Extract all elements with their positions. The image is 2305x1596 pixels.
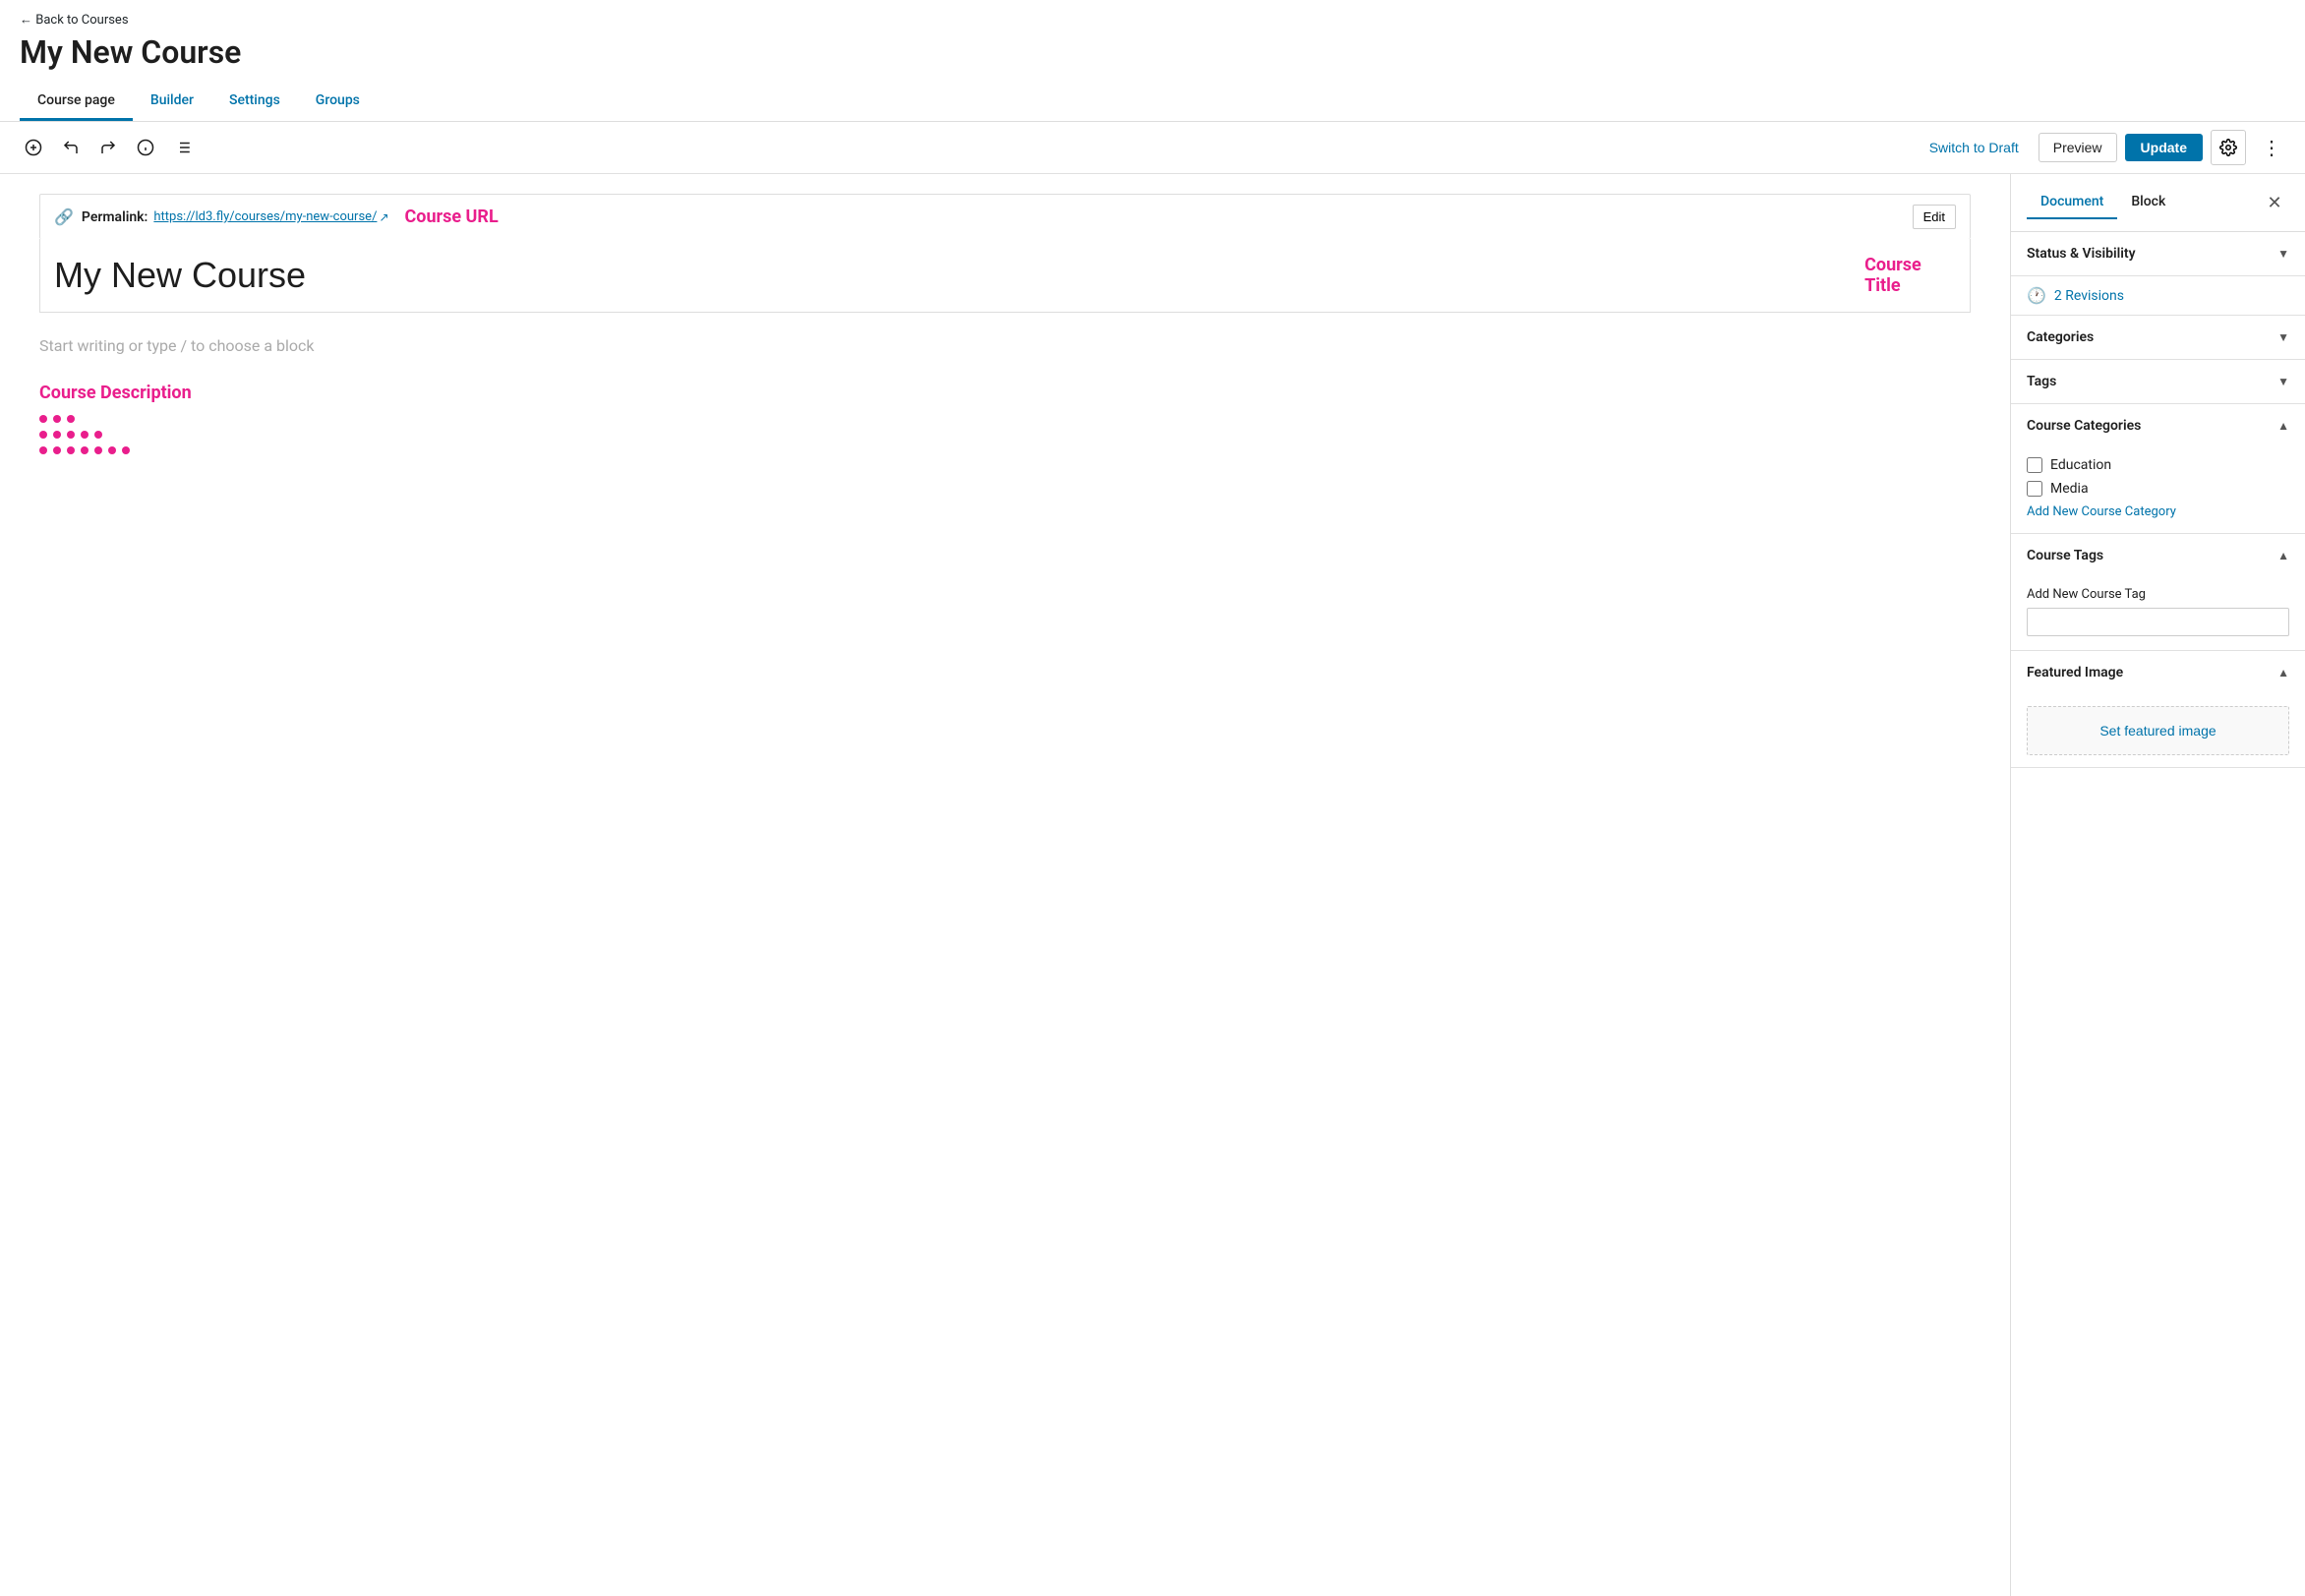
dot: [39, 446, 47, 454]
course-title-annotation: Course Title: [1864, 255, 1956, 296]
status-visibility-header[interactable]: Status & Visibility ▼: [2011, 232, 2305, 275]
tags-label: Tags: [2027, 374, 2056, 389]
dot: [108, 446, 116, 454]
categories-header[interactable]: Categories ▼: [2011, 316, 2305, 359]
dot-row-1: [39, 415, 1971, 423]
featured-image-section: Featured Image ▲ Set featured image: [2011, 651, 2305, 768]
link-icon: 🔗: [54, 207, 74, 226]
dot-row-2: [39, 431, 1971, 439]
categories-label: Categories: [2027, 329, 2094, 345]
course-tags-content: Add New Course Tag: [2011, 577, 2305, 650]
sidebar: Document Block ✕ Status & Visibility ▼ 🕐…: [2010, 174, 2305, 1596]
add-tag-label: Add New Course Tag: [2027, 587, 2289, 602]
sidebar-close-button[interactable]: ✕: [2260, 188, 2289, 217]
chevron-down-icon: ▼: [2277, 247, 2289, 261]
set-featured-image-button[interactable]: Set featured image: [2027, 706, 2289, 755]
course-tags-section: Course Tags ▲ Add New Course Tag: [2011, 534, 2305, 651]
permalink-bar: 🔗 Permalink: https://ld3.fly/courses/my-…: [39, 194, 1971, 239]
chevron-up-icon: ▲: [2277, 549, 2289, 562]
add-block-button[interactable]: [16, 130, 51, 165]
dot: [39, 415, 47, 423]
update-button[interactable]: Update: [2125, 134, 2203, 161]
external-link-icon: ↗: [379, 210, 388, 224]
dot: [53, 415, 61, 423]
course-categories-content: Education Media Add New Course Category: [2011, 447, 2305, 533]
tags-section: Tags ▼: [2011, 360, 2305, 404]
tag-input[interactable]: [2027, 608, 2289, 636]
course-categories-header[interactable]: Course Categories ▲: [2011, 404, 2305, 447]
tab-settings[interactable]: Settings: [211, 83, 298, 121]
course-description-annotation: Course Description: [39, 383, 1971, 403]
revisions-section: 🕐 2 Revisions: [2011, 276, 2305, 316]
chevron-down-icon: ▼: [2277, 375, 2289, 388]
chevron-up-icon: ▲: [2277, 666, 2289, 680]
toolbar-right: Switch to Draft Preview Update ⋮: [1918, 130, 2289, 165]
clock-icon: 🕐: [2027, 286, 2046, 305]
featured-image-header[interactable]: Featured Image ▲: [2011, 651, 2305, 694]
list-view-button[interactable]: [165, 130, 201, 165]
tab-builder[interactable]: Builder: [133, 83, 211, 121]
tabs: Course page Builder Settings Groups: [20, 83, 2285, 121]
tab-groups[interactable]: Groups: [298, 83, 378, 121]
status-visibility-section: Status & Visibility ▼: [2011, 232, 2305, 276]
dot: [53, 431, 61, 439]
add-new-category-link[interactable]: Add New Course Category: [2027, 504, 2289, 519]
settings-gear-button[interactable]: [2211, 130, 2246, 165]
page-title: My New Course: [20, 33, 2285, 71]
sidebar-tab-document[interactable]: Document: [2027, 186, 2117, 219]
categories-section: Categories ▼: [2011, 316, 2305, 360]
tab-course-page[interactable]: Course page: [20, 83, 133, 121]
dot: [81, 446, 89, 454]
revisions-label: 2 Revisions: [2054, 288, 2124, 304]
status-visibility-label: Status & Visibility: [2027, 246, 2136, 262]
preview-button[interactable]: Preview: [2039, 133, 2117, 162]
featured-image-label: Featured Image: [2027, 665, 2123, 680]
switch-draft-button[interactable]: Switch to Draft: [1918, 134, 2031, 161]
editor-placeholder[interactable]: Start writing or type / to choose a bloc…: [39, 328, 1971, 363]
chevron-up-icon: ▲: [2277, 419, 2289, 433]
dot: [122, 446, 130, 454]
course-title-input[interactable]: [54, 255, 1855, 296]
course-categories-section: Course Categories ▲ Education Media Add …: [2011, 404, 2305, 534]
main-layout: 🔗 Permalink: https://ld3.fly/courses/my-…: [0, 174, 2305, 1596]
info-button[interactable]: [128, 130, 163, 165]
dot: [81, 431, 89, 439]
dot: [67, 431, 75, 439]
course-url-annotation: Course URL: [405, 207, 499, 227]
undo-button[interactable]: [53, 130, 89, 165]
tags-header[interactable]: Tags ▼: [2011, 360, 2305, 403]
permalink-url[interactable]: https://ld3.fly/courses/my-new-course/: [153, 209, 377, 224]
more-options-button[interactable]: ⋮: [2254, 130, 2289, 165]
course-categories-label: Course Categories: [2027, 418, 2141, 434]
dot: [67, 415, 75, 423]
dot: [53, 446, 61, 454]
title-block: Course Title: [39, 239, 1971, 313]
revisions-row[interactable]: 🕐 2 Revisions: [2011, 276, 2305, 315]
sidebar-tab-block[interactable]: Block: [2117, 186, 2179, 219]
featured-image-content: Set featured image: [2011, 694, 2305, 767]
editor-area: 🔗 Permalink: https://ld3.fly/courses/my-…: [0, 174, 2010, 1596]
education-label: Education: [2050, 457, 2111, 473]
category-media: Media: [2027, 481, 2289, 497]
permalink-label: Permalink:: [82, 209, 148, 225]
sidebar-header: Document Block ✕: [2011, 174, 2305, 232]
course-tags-header[interactable]: Course Tags ▲: [2011, 534, 2305, 577]
chevron-down-icon: ▼: [2277, 330, 2289, 344]
toolbar-left: [16, 130, 1914, 165]
back-link[interactable]: ← Back to Courses: [20, 12, 129, 28]
category-education: Education: [2027, 457, 2289, 473]
dot: [94, 446, 102, 454]
media-checkbox[interactable]: [2027, 481, 2042, 497]
redo-button[interactable]: [90, 130, 126, 165]
dot-row-3: [39, 446, 1971, 454]
education-checkbox[interactable]: [2027, 457, 2042, 473]
top-bar: ← Back to Courses My New Course Course p…: [0, 0, 2305, 122]
permalink-edit-button[interactable]: Edit: [1913, 205, 1956, 229]
toolbar: Switch to Draft Preview Update ⋮: [0, 122, 2305, 174]
dot: [94, 431, 102, 439]
course-tags-label: Course Tags: [2027, 548, 2103, 563]
media-label: Media: [2050, 481, 2089, 497]
dot: [39, 431, 47, 439]
dot: [67, 446, 75, 454]
